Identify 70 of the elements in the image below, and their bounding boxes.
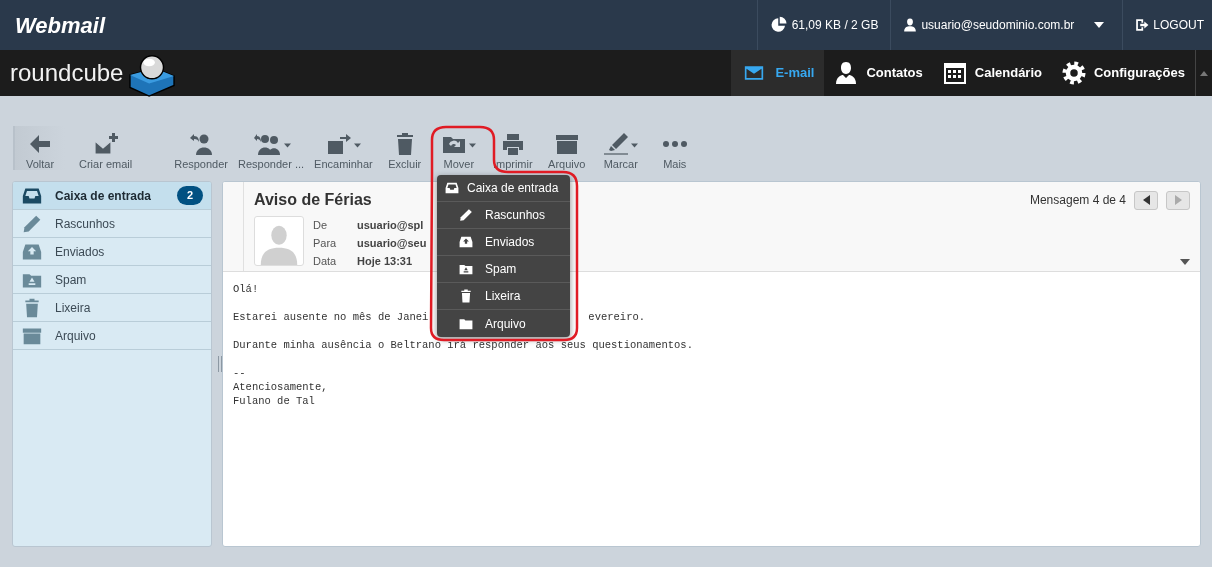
- toolbar-button[interactable]: Marcar: [594, 126, 647, 170]
- body-text: --: [233, 366, 246, 380]
- reply-icon: [188, 132, 215, 156]
- toolbar-button[interactable]: Arquivo: [540, 126, 593, 170]
- logout-icon: [1135, 18, 1150, 32]
- caret-icon: [1180, 259, 1190, 265]
- message-counter: Mensagem 4 de 4: [1029, 192, 1126, 209]
- trash-icon: [459, 289, 473, 303]
- header-value: usuario@spl: [357, 218, 424, 233]
- nav-tab[interactable]: Contatos: [824, 50, 933, 96]
- body-text: Olá!: [233, 282, 259, 296]
- triangle-right-icon: [1174, 195, 1182, 205]
- menu-item[interactable]: Rascunhos: [437, 202, 570, 229]
- toolbar-button[interactable]: Criar email: [75, 126, 137, 170]
- roundcube-logo-text: roundcube: [10, 58, 124, 88]
- folder-item[interactable]: Lixeira: [13, 294, 211, 322]
- pencil-icon: [21, 213, 43, 234]
- toolbar-button[interactable]: Excluir: [378, 126, 431, 170]
- quota-text: 61,09 KB / 2 GB: [791, 17, 879, 34]
- header-value: usuario@seu: [357, 236, 427, 251]
- previous-button[interactable]: [1134, 190, 1158, 210]
- nav-tab[interactable]: Configurações: [1052, 50, 1195, 96]
- header-value: Hoje 13:31: [357, 254, 413, 269]
- header-label: Data: [313, 254, 338, 269]
- forward-icon: [325, 132, 352, 156]
- header-label: De: [313, 218, 329, 233]
- reply-all-icon: [251, 132, 282, 156]
- menu-item[interactable]: Spam: [437, 256, 570, 283]
- more-icon: [662, 141, 687, 147]
- header-label: Para: [313, 236, 338, 251]
- collapse-arrow-icon[interactable]: [1200, 70, 1208, 76]
- folder-item[interactable]: Arquivo: [13, 322, 211, 350]
- person-icon: [834, 61, 859, 85]
- triangle-left-icon: [1142, 195, 1150, 205]
- unread-count: 2: [176, 186, 203, 205]
- folder-icon: [459, 316, 473, 331]
- webmail-logo: Webmail: [15, 11, 106, 40]
- body-text: Fulano de Tal: [233, 394, 315, 408]
- user-icon: [903, 18, 918, 32]
- menu-item[interactable]: Caixa de entrada: [437, 175, 570, 202]
- folder-item[interactable]: Caixa de entrada 2: [13, 182, 211, 210]
- nav-tab[interactable]: E-mail: [731, 50, 825, 96]
- pencil-icon: [459, 208, 473, 222]
- toolbar-button[interactable]: Mais: [648, 126, 701, 170]
- toolbar-button[interactable]: Encaminhar: [310, 126, 377, 170]
- body-text: Atenciosamente,: [233, 380, 328, 394]
- pie-chart-icon: [769, 16, 788, 34]
- inbox-icon: [445, 181, 459, 195]
- nav-tab[interactable]: Calendário: [932, 50, 1052, 96]
- folder-item[interactable]: Spam: [13, 266, 211, 294]
- message-subject: Aviso de Férias: [254, 190, 372, 210]
- menu-item[interactable]: Arquivo: [437, 310, 570, 337]
- toolbar-button[interactable]: Responder: [170, 126, 232, 170]
- menu-item[interactable]: Lixeira: [437, 283, 570, 310]
- body-text: Estarei ausente no mês de Janei: [233, 310, 429, 324]
- folder-item[interactable]: Enviados: [13, 238, 211, 266]
- toolbar-button[interactable]: Responder ...: [234, 126, 309, 170]
- calendar-icon: [942, 61, 967, 85]
- body-text: evereiro.: [588, 310, 646, 324]
- folder-recycle-icon: [459, 262, 473, 276]
- settings-icon: [1062, 61, 1086, 85]
- avatar-placeholder: [254, 216, 304, 266]
- folder-item[interactable]: Rascunhos: [13, 210, 211, 238]
- archive-box-icon: [553, 132, 580, 156]
- marker-icon: [603, 132, 630, 156]
- compose-icon: [92, 132, 119, 156]
- menu-item[interactable]: Enviados: [437, 229, 570, 256]
- tray-upload-icon: [459, 235, 473, 249]
- toolbar-button[interactable]: Mover: [432, 126, 485, 170]
- caret-icon: [1094, 22, 1105, 28]
